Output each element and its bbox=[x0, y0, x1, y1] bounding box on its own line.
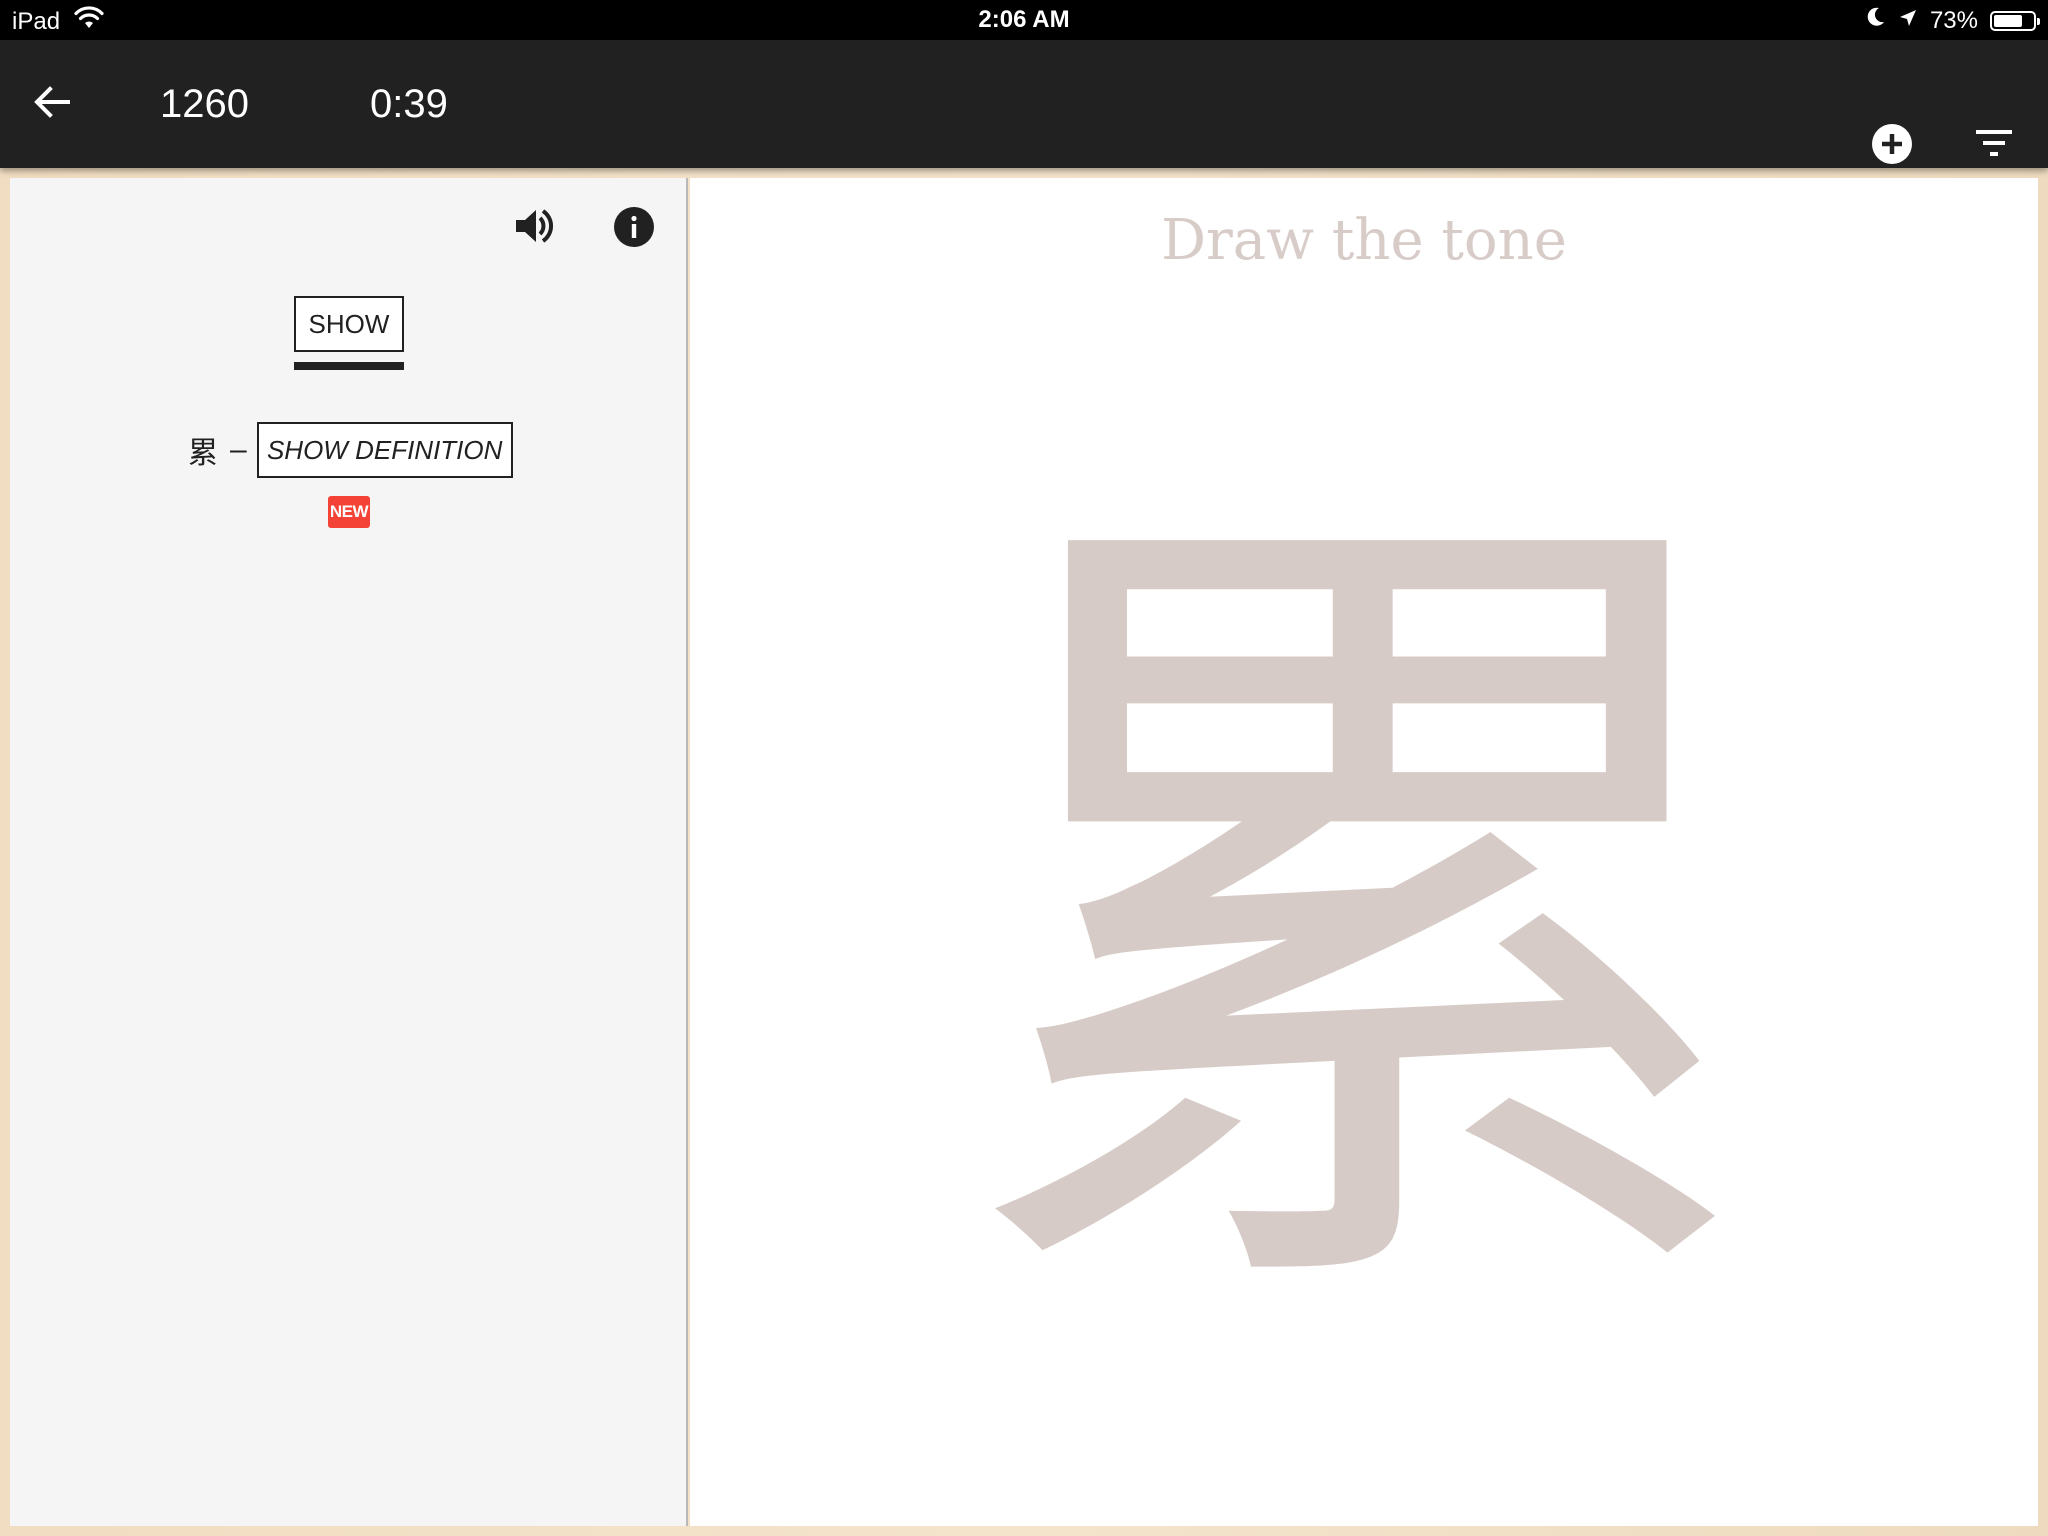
app-screen: iPad 2:06 AM 73% 1260 0:39 SHOW 累 – SHOW… bbox=[0, 0, 2048, 1536]
status-bar: iPad 2:06 AM 73% bbox=[0, 0, 2048, 40]
guide-character: 累 bbox=[954, 441, 1774, 1395]
card-panel: SHOW 累 – SHOW DEFINITION NEW bbox=[10, 178, 688, 1526]
session-timer: 0:39 bbox=[370, 82, 448, 126]
info-icon bbox=[614, 207, 654, 247]
add-button[interactable] bbox=[1870, 122, 1914, 166]
show-pinyin-button[interactable]: SHOW bbox=[294, 296, 404, 352]
definition-row: 累 – SHOW DEFINITION bbox=[188, 422, 513, 478]
status-right: 73% bbox=[1866, 6, 2040, 35]
show-definition-button[interactable]: SHOW DEFINITION bbox=[256, 422, 513, 478]
show-underline bbox=[294, 362, 404, 370]
arrow-left-icon bbox=[34, 86, 70, 118]
card-character: 累 bbox=[188, 436, 218, 471]
location-arrow-icon bbox=[1898, 7, 1918, 35]
info-button[interactable] bbox=[613, 206, 655, 248]
battery-percent: 73% bbox=[1929, 6, 1978, 34]
battery-tip bbox=[2037, 17, 2040, 25]
card-count: 1260 bbox=[160, 82, 249, 126]
filter-icon bbox=[1976, 130, 2012, 156]
filter-button[interactable] bbox=[1974, 128, 2014, 160]
new-badge: NEW bbox=[328, 496, 370, 528]
draw-prompt: Draw the tone bbox=[1161, 208, 1567, 273]
play-audio-button[interactable] bbox=[510, 202, 558, 250]
speaker-icon bbox=[516, 209, 553, 243]
drawing-canvas[interactable]: Draw the tone 累 bbox=[690, 178, 2038, 1526]
definition-dash: – bbox=[230, 433, 247, 466]
battery-icon bbox=[1990, 10, 2040, 31]
moon-icon bbox=[1866, 6, 1886, 35]
status-time: 2:06 AM bbox=[978, 6, 1070, 33]
app-toolbar: 1260 0:39 bbox=[0, 40, 2048, 168]
back-button[interactable] bbox=[28, 78, 76, 126]
plus-circle-icon bbox=[1872, 124, 1912, 164]
battery-fill bbox=[1994, 14, 2022, 27]
